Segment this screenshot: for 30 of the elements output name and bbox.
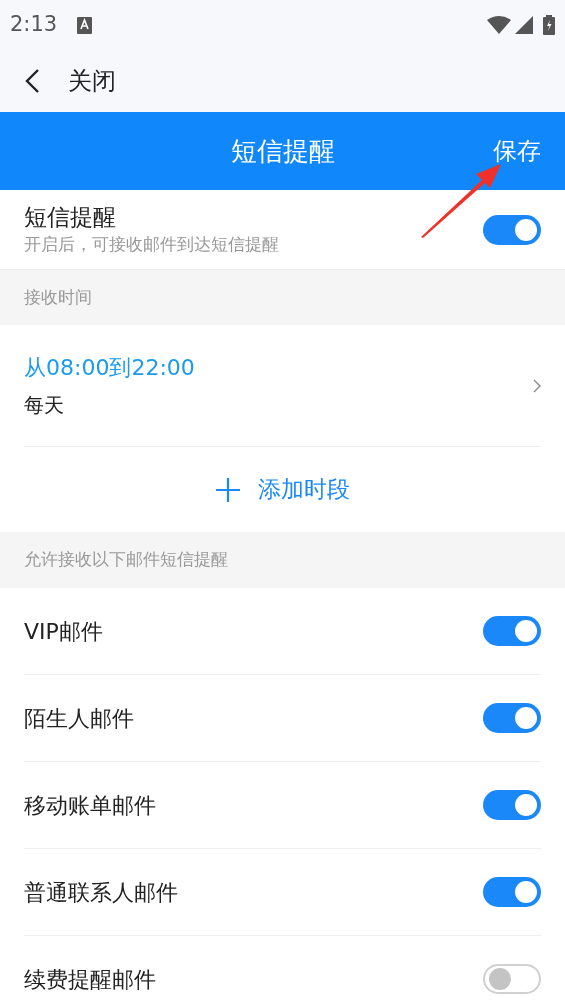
repeat-label: 每天 [24,392,65,419]
toggle-switch[interactable] [483,790,541,820]
wifi-icon [487,16,511,34]
setting-label: 陌生人邮件 [24,704,135,733]
toggle-switch[interactable] [483,964,541,994]
keyboard-icon [77,16,93,34]
clock: 2:13 [10,11,58,39]
page-title: 短信提醒 [230,134,335,168]
toggle-switch[interactable] [483,214,541,245]
chevron-icon [533,378,541,393]
setting-label: VIP邮件 [24,617,104,646]
back-button[interactable]: 关闭 [24,63,116,99]
battery-icon [543,15,555,35]
section-heading: 接收时间 [24,285,92,309]
setting-label: 移动账单邮件 [24,791,157,820]
setting-label: 续费提醒邮件 [24,965,157,994]
plus-icon [215,477,240,502]
signal-icon [515,16,533,34]
toggle-switch[interactable] [483,703,541,733]
time-slot-row[interactable]: 从08:00到22:00 每天 [24,325,541,447]
toggle-switch[interactable] [483,877,541,907]
toggle-switch[interactable] [483,616,541,646]
time-range: 从08:00到22:00 [24,354,196,382]
setting-label: 普通联系人邮件 [24,878,179,907]
setting-description: 开启后，可接收邮件到达短信提醒 [24,232,280,256]
section-heading: 允许接收以下邮件短信提醒 [24,548,228,572]
back-icon [24,68,40,94]
add-time-slot-button[interactable]: 添加时段 [215,472,350,507]
save-button[interactable]: 保存 [493,133,541,169]
setting-title: 短信提醒 [24,202,117,232]
